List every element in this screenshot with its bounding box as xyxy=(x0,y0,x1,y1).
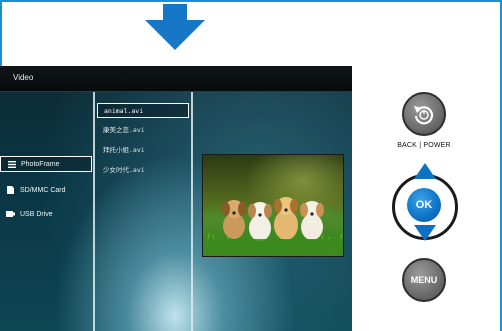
screen-title: Video xyxy=(13,73,34,82)
screen-title-bar: Video xyxy=(0,66,352,92)
navigation-pad: OK xyxy=(392,163,458,241)
file-item[interactable]: animal.avi xyxy=(97,103,189,118)
back-power-icon xyxy=(414,106,434,125)
down-arrow-button-icon[interactable] xyxy=(414,225,436,241)
file-item[interactable]: 康美之恋.avi xyxy=(97,121,189,136)
file-item[interactable]: 少女时代.avi xyxy=(97,161,189,176)
source-item-photoframe[interactable]: PhotoFrame xyxy=(0,156,92,172)
source-item-label: USB Drive xyxy=(20,210,53,218)
puppies-thumbnail-icon xyxy=(203,155,343,256)
ok-label: OK xyxy=(415,199,433,211)
back-power-button[interactable] xyxy=(402,92,446,136)
source-item-label: PhotoFrame xyxy=(21,160,60,168)
source-item-usb-drive[interactable]: USB Drive xyxy=(0,206,92,222)
column-divider xyxy=(191,92,193,331)
file-item-label: 拜托小姐.avi xyxy=(103,145,145,154)
file-item-label: 康美之恋.avi xyxy=(103,125,145,134)
source-item-sd-card[interactable]: SD/MMC Card xyxy=(0,182,92,198)
menu-button[interactable]: MENU xyxy=(402,258,446,302)
source-item-label: SD/MMC Card xyxy=(20,186,66,194)
file-item-label: animal.avi xyxy=(104,106,144,115)
column-divider xyxy=(93,92,95,331)
up-arrow-icon[interactable] xyxy=(414,163,436,179)
down-arrow-icon xyxy=(145,4,205,50)
usb-drive-icon xyxy=(6,210,15,219)
file-item[interactable]: 拜托小姐.avi xyxy=(97,141,189,156)
ok-button[interactable]: OK xyxy=(407,188,441,222)
sd-card-icon xyxy=(6,186,15,195)
video-preview-thumbnail xyxy=(202,154,344,257)
menu-label: MENU xyxy=(410,275,438,285)
back-power-label: BACK | POWER xyxy=(397,142,451,149)
list-icon xyxy=(7,160,16,169)
file-item-label: 少女时代.avi xyxy=(103,165,145,174)
device-screen: Video PhotoFrame SD/MMC Card USB Drive a… xyxy=(0,66,352,331)
